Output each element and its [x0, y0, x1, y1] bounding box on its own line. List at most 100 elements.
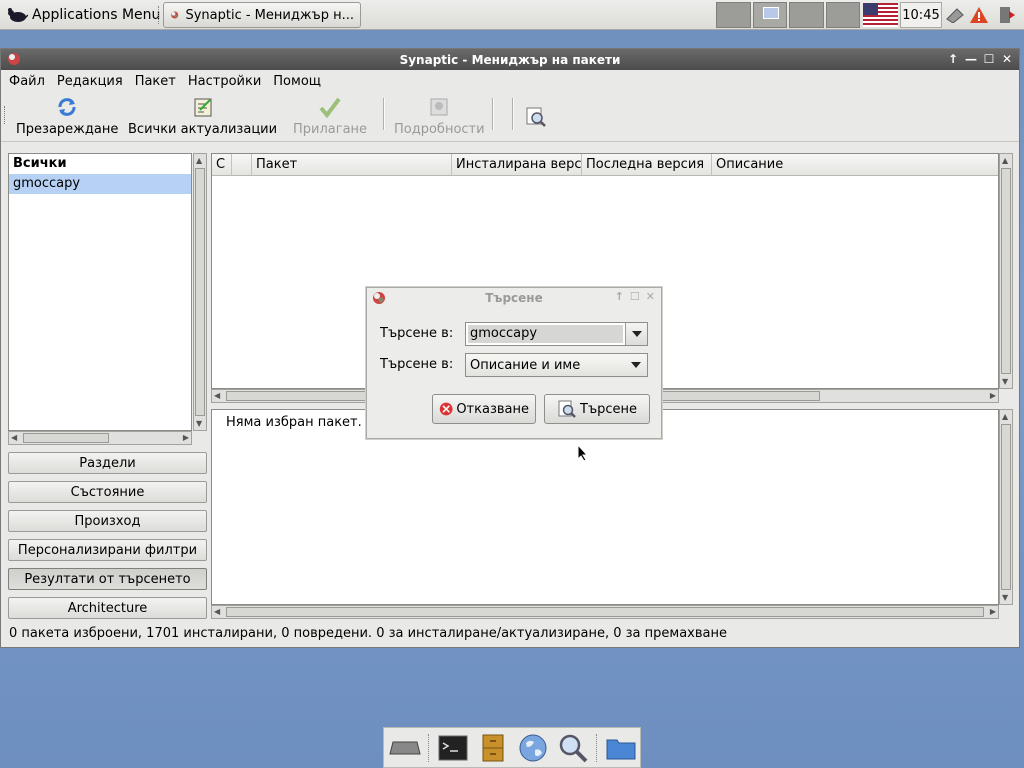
search-field-label: Търсене в:: [380, 357, 454, 372]
mouse-cursor-icon: [577, 444, 589, 462]
search-dialog-title: Търсене: [485, 291, 543, 305]
search-text-value[interactable]: gmoccapy: [468, 325, 623, 343]
description-hscrollbar[interactable]: ◀ ▶: [211, 605, 999, 619]
web-browser-globe-icon[interactable]: [516, 731, 550, 765]
col-status[interactable]: С: [212, 154, 232, 175]
search-field-value: Описание и име: [470, 357, 581, 373]
workspace-switcher: [716, 2, 860, 28]
window-close-icon[interactable]: ✕: [1001, 51, 1013, 67]
search-magnifier-icon[interactable]: [556, 731, 590, 765]
menu-package[interactable]: Пакет: [135, 73, 176, 90]
dialog-maximize-icon[interactable]: ☐: [630, 290, 640, 303]
status-bar: 0 пакета изброени, 1701 инсталирани, 0 п…: [9, 626, 728, 641]
taskbar-synaptic-button[interactable]: Synaptic - Мениджър н...: [163, 2, 361, 28]
description-vscrollbar[interactable]: ▲ ▼: [999, 409, 1013, 605]
col-installed-version[interactable]: Инсталирана версия: [452, 154, 582, 175]
chevron-down-icon[interactable]: [625, 323, 647, 345]
search-in-label: Търсене в:: [380, 326, 454, 341]
panel-separator: [158, 6, 160, 24]
custom-filters-button[interactable]: Персонализирани филтри: [8, 539, 207, 561]
search-icon: [523, 104, 549, 130]
properties-icon: [426, 94, 452, 120]
sections-filter-button[interactable]: Раздели: [8, 452, 207, 474]
status-filter-button[interactable]: Състояние: [8, 481, 207, 503]
menubar: Файл Редакция Пакет Настройки Помощ: [1, 70, 1019, 92]
synaptic-icon: [171, 11, 179, 19]
network-icon[interactable]: [944, 4, 966, 26]
search-button-label: Търсене: [580, 401, 638, 417]
folder-icon[interactable]: [604, 731, 638, 765]
dock-separator: [596, 733, 598, 762]
window-title: Synaptic - Мениджър на пакети: [399, 52, 621, 67]
filter-list-vscrollbar[interactable]: ▲ ▼: [193, 153, 207, 431]
terminal-icon[interactable]: [436, 731, 470, 765]
apply-checkmark-icon: [317, 94, 343, 120]
reload-icon: [54, 94, 80, 120]
search-field-select[interactable]: Описание и име: [465, 353, 648, 377]
cancel-icon: [439, 402, 453, 416]
applications-menu-label: Applications Menu: [32, 7, 161, 23]
search-icon: [558, 400, 576, 418]
toolbar: Презареждане Всички актуализации Прилага…: [1, 92, 1019, 142]
warning-icon[interactable]: [968, 4, 990, 26]
col-description[interactable]: Описание: [712, 154, 998, 175]
dock-separator: [428, 733, 430, 762]
search-results-button[interactable]: Резултати от търсенето: [8, 568, 207, 590]
upgrade-all-icon: [190, 94, 216, 120]
menu-edit[interactable]: Редакция: [57, 73, 123, 90]
package-table-vscrollbar[interactable]: ▲ ▼: [999, 153, 1013, 389]
upgrade-all-label: Всички актуализации: [128, 122, 278, 137]
search-dialog-titlebar[interactable]: Търсене ↑ ☐ ✕: [367, 288, 661, 308]
keyboard-layout-us-flag-icon[interactable]: [863, 3, 898, 27]
workspace-1[interactable]: [716, 2, 751, 28]
filter-list-header[interactable]: Всички: [9, 154, 191, 174]
filter-list-hscrollbar[interactable]: ◀ ▶: [8, 431, 192, 445]
toolbar-separator: [383, 98, 385, 130]
search-text-combo[interactable]: gmoccapy: [465, 322, 648, 346]
upgrade-all-button[interactable]: Всички актуализации: [128, 94, 277, 137]
bottom-dock: [383, 727, 641, 768]
properties-button[interactable]: Подробности: [394, 94, 485, 137]
file-cabinet-icon[interactable]: [476, 731, 510, 765]
reload-button[interactable]: Презареждане: [16, 94, 118, 137]
dialog-close-icon[interactable]: ✕: [646, 290, 655, 303]
col-support[interactable]: [232, 154, 252, 175]
window-titlebar[interactable]: Synaptic - Мениджър на пакети ↑ — ☐ ✕: [1, 49, 1019, 70]
menu-help[interactable]: Помощ: [273, 73, 321, 90]
toolbar-grip: [4, 106, 7, 124]
cancel-label: Отказване: [456, 401, 529, 417]
workspace-2[interactable]: [752, 2, 787, 28]
search-toolbar-button[interactable]: [523, 104, 549, 130]
search-button[interactable]: Търсене: [544, 394, 650, 424]
clock[interactable]: 10:45: [900, 2, 942, 28]
window-minimize-icon[interactable]: —: [965, 51, 977, 67]
reload-label: Презареждане: [16, 122, 119, 137]
package-table-header: С Пакет Инсталирана версия Последна верс…: [212, 154, 998, 176]
synaptic-dialog-icon: [373, 292, 385, 304]
origin-filter-button[interactable]: Произход: [8, 510, 207, 532]
applications-menu-button[interactable]: Applications Menu: [2, 2, 164, 28]
architecture-filter-button[interactable]: Architecture: [8, 597, 207, 619]
apply-button[interactable]: Прилагане: [293, 94, 367, 137]
workspace-3[interactable]: [789, 2, 824, 28]
workspace-4[interactable]: [825, 2, 860, 28]
logout-icon[interactable]: [996, 4, 1018, 26]
toolbar-separator-2: [492, 98, 494, 130]
cancel-button[interactable]: Отказване: [432, 394, 536, 424]
filter-list-item[interactable]: gmoccapy: [9, 174, 191, 194]
properties-label: Подробности: [394, 122, 485, 137]
window-maximize-icon[interactable]: ☐: [983, 51, 995, 67]
menu-file[interactable]: Файл: [9, 73, 45, 90]
menu-settings[interactable]: Настройки: [188, 73, 261, 90]
no-package-selected-text: Няма избран пакет.: [226, 415, 362, 430]
col-latest-version[interactable]: Последна версия: [582, 154, 712, 175]
apply-label: Прилагане: [293, 122, 368, 137]
xfce-mouse-icon: [8, 8, 28, 22]
dialog-ontop-icon[interactable]: ↑: [615, 290, 624, 303]
filter-list: Всички gmoccapy: [8, 153, 192, 431]
synaptic-window-icon: [8, 53, 20, 65]
show-desktop-icon[interactable]: [388, 731, 422, 765]
chevron-down-icon[interactable]: [625, 354, 647, 376]
window-ontop-icon[interactable]: ↑: [947, 51, 959, 67]
col-package[interactable]: Пакет: [252, 154, 452, 175]
